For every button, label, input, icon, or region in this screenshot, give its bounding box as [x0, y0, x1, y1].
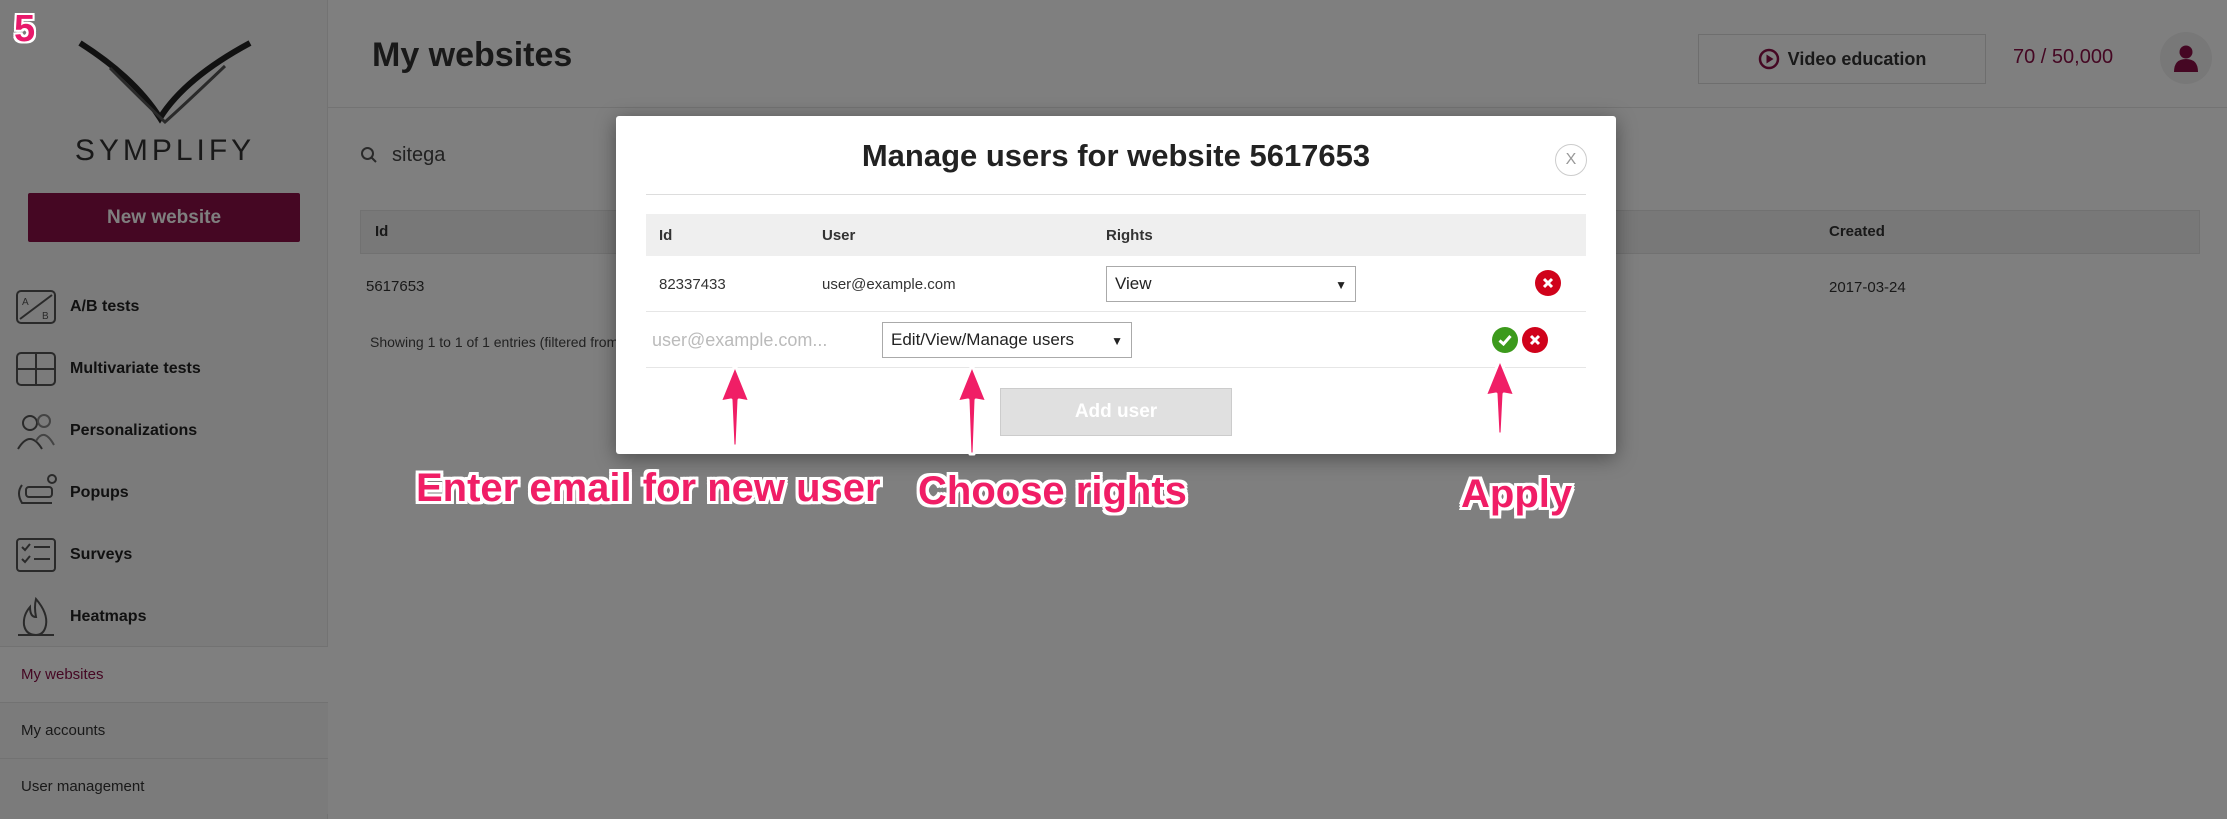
- arrow-up-icon: [955, 363, 989, 456]
- arrow-up-icon: [1483, 357, 1517, 436]
- close-icon: [1529, 334, 1541, 346]
- arrow-up-icon: [718, 363, 752, 448]
- users-table-header: Id User Rights: [646, 214, 1586, 256]
- add-user-button[interactable]: Add user: [1000, 388, 1232, 436]
- annotation-email: Enter email for new user: [416, 466, 881, 510]
- caret-down-icon: ▼: [1111, 334, 1123, 348]
- modal-close-button[interactable]: X: [1555, 144, 1587, 176]
- column-header-rights: Rights: [1106, 227, 1153, 244]
- caret-down-icon: ▼: [1335, 278, 1347, 292]
- check-icon: [1498, 335, 1512, 346]
- delete-user-button[interactable]: [1535, 270, 1561, 296]
- close-icon: [1542, 277, 1554, 289]
- manage-users-modal: Manage users for website 5617653 X Id Us…: [616, 116, 1616, 454]
- cancel-new-user-button[interactable]: [1522, 327, 1548, 353]
- new-user-rights-value: Edit/View/Manage users: [891, 330, 1075, 349]
- user-id: 82337433: [659, 276, 726, 293]
- step-badge: 5: [14, 8, 36, 50]
- column-header-user: User: [822, 227, 856, 244]
- new-user-email-input[interactable]: [652, 323, 862, 357]
- divider: [646, 194, 1586, 195]
- user-email: user@example.com: [822, 276, 956, 293]
- apply-user-button[interactable]: [1492, 327, 1518, 353]
- new-user-rights-select[interactable]: Edit/View/Manage users ▼: [882, 322, 1132, 358]
- modal-title: Manage users for website 5617653: [861, 138, 1371, 173]
- new-user-row: Edit/View/Manage users ▼: [646, 312, 1586, 368]
- annotation-apply: Apply: [1461, 472, 1573, 516]
- rights-select[interactable]: View ▼: [1106, 266, 1356, 302]
- rights-select-value: View: [1115, 274, 1152, 293]
- annotation-rights: Choose rights: [918, 469, 1187, 513]
- column-header-id: Id: [659, 227, 673, 244]
- table-row: 82337433 user@example.com View ▼: [646, 256, 1586, 312]
